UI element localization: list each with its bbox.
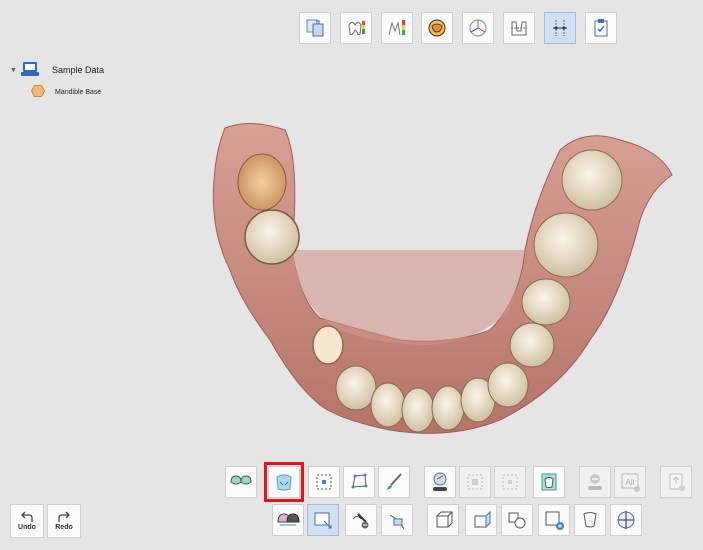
scan-overview-icon: [277, 513, 300, 526]
toggle-view-icon: [433, 472, 447, 491]
move-view-icon: [314, 512, 332, 529]
select-inverse-icon: [467, 474, 483, 490]
curve-icon: [389, 514, 405, 530]
arch-icon: [276, 474, 292, 491]
shapes-icon: [508, 512, 526, 529]
toggle-view-button[interactable]: [424, 466, 456, 498]
undo-label: Undo: [18, 524, 36, 531]
incisor-1: [370, 382, 406, 428]
mandible-maxilla-button[interactable]: [225, 466, 257, 498]
trim-button[interactable]: [533, 466, 565, 498]
prepared-tooth-2: [244, 209, 300, 265]
incisor-3: [431, 385, 465, 431]
premolar-2: [521, 278, 571, 326]
rectangle-select-icon: [316, 474, 332, 490]
molar-2: [561, 149, 623, 211]
redo-label: Redo: [55, 524, 73, 531]
toggle-off-button[interactable]: [579, 466, 611, 498]
arch-shape-button[interactable]: [264, 462, 304, 502]
svg-text:All: All: [626, 478, 635, 487]
polygon-select-icon: [351, 473, 368, 489]
all-icon: All: [621, 473, 640, 492]
brush-select-button[interactable]: [378, 466, 410, 498]
toggle-off-icon: [588, 474, 602, 490]
add-view-icon: [545, 511, 564, 530]
export-icon: [669, 473, 685, 491]
incisor-2: [401, 387, 435, 433]
all-button[interactable]: All: [614, 466, 646, 498]
scan-overview-button[interactable]: [272, 504, 304, 536]
cube-front-icon: [436, 511, 453, 528]
undo-icon: [21, 511, 33, 522]
select-inverse-button[interactable]: [459, 466, 491, 498]
move-view-button[interactable]: [307, 504, 339, 536]
tooth-view-button[interactable]: [574, 504, 606, 536]
jaw-pair-icon: [230, 475, 252, 485]
adjust-icon: [352, 513, 369, 529]
view-cylinder-button[interactable]: [501, 504, 533, 536]
brush-icon: [387, 473, 402, 490]
rectangle-select-button[interactable]: [308, 466, 340, 498]
export-button[interactable]: [660, 466, 692, 498]
canine-right: [487, 362, 529, 408]
polygon-select-button[interactable]: [343, 466, 375, 498]
trim-icon: [541, 473, 557, 491]
redo-button[interactable]: Redo: [47, 504, 81, 538]
view-side-button[interactable]: [465, 504, 497, 536]
canine-left: [335, 365, 377, 411]
prepared-tooth-1: [237, 153, 287, 211]
view-front-button[interactable]: [427, 504, 459, 536]
cube-side-icon: [474, 510, 491, 529]
redo-icon: [58, 511, 70, 522]
section-sphere-icon: [617, 511, 635, 529]
adjust-button[interactable]: [345, 504, 377, 536]
molar-1: [533, 212, 599, 278]
prepared-tooth-3: [312, 325, 344, 365]
select-clear-button[interactable]: [494, 466, 526, 498]
premolar-1: [509, 322, 555, 368]
undo-button[interactable]: Undo: [10, 504, 44, 538]
select-clear-icon: [502, 474, 518, 490]
curve-button[interactable]: [381, 504, 413, 536]
add-view-button[interactable]: [538, 504, 570, 536]
tooth-view-icon: [583, 512, 597, 528]
section-view-button[interactable]: [610, 504, 642, 536]
